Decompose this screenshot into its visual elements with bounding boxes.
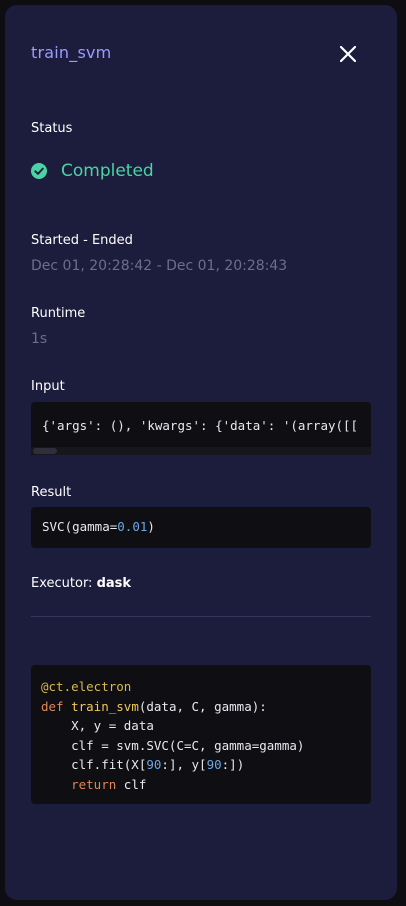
input-label: Input <box>31 379 65 394</box>
result-code-block: SVC(gamma=0.01) <box>31 507 371 548</box>
close-icon[interactable] <box>337 43 359 65</box>
input-scrollbar-thumb[interactable] <box>33 448 57 454</box>
source-code: @ct.electron def train_svm(data, C, gamm… <box>41 679 305 792</box>
result-value: SVC(gamma=0.01) <box>42 519 155 534</box>
input-value: {'args': (), 'kwargs': {'data': '(array(… <box>42 418 359 433</box>
result-label: Result <box>31 485 72 500</box>
status-value: Completed <box>61 161 154 181</box>
source-code-block: @ct.electron def train_svm(data, C, gamm… <box>31 665 371 804</box>
executor-value: dask <box>96 576 132 591</box>
input-scrollbar[interactable] <box>31 447 371 455</box>
electron-details-drawer: train_svm Status Completed Started - End… <box>5 5 397 900</box>
runtime-value: 1s <box>31 331 48 347</box>
input-code-block[interactable]: {'args': (), 'kwargs': {'data': '(array(… <box>31 402 371 455</box>
started-ended-label: Started - Ended <box>31 233 133 248</box>
executor-label: Executor: <box>31 576 93 591</box>
runtime-label: Runtime <box>31 306 86 321</box>
check-circle-icon <box>31 163 47 179</box>
node-title: train_svm <box>31 43 112 62</box>
status-label: Status <box>31 121 73 136</box>
started-ended-value: Dec 01, 20:28:42 - Dec 01, 20:28:43 <box>31 258 288 274</box>
status-indicator: Completed <box>31 160 154 182</box>
divider <box>31 616 371 617</box>
executor-info: Executor: dask <box>31 576 131 591</box>
